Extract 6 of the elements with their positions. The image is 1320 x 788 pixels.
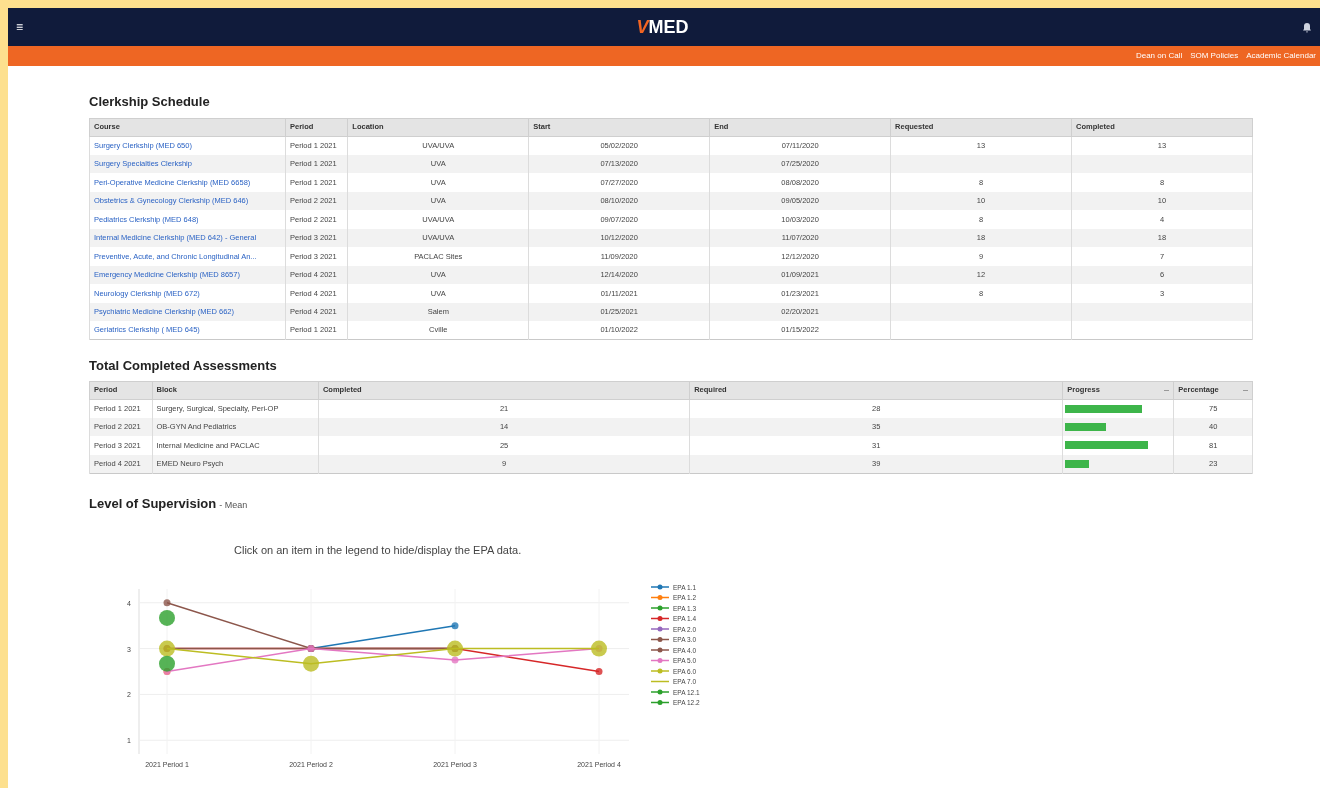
vmed-logo: VMED: [636, 15, 689, 39]
section-title: Total Completed Assessments: [89, 357, 278, 375]
chart-hint: Click on an item in the legend to hide/display the EPA data.: [234, 543, 523, 558]
section-title: Level of Supervision: [89, 494, 217, 513]
section-subtitle: - Mean: [219, 498, 248, 512]
section-title: Clerkship Schedule: [89, 93, 211, 111]
